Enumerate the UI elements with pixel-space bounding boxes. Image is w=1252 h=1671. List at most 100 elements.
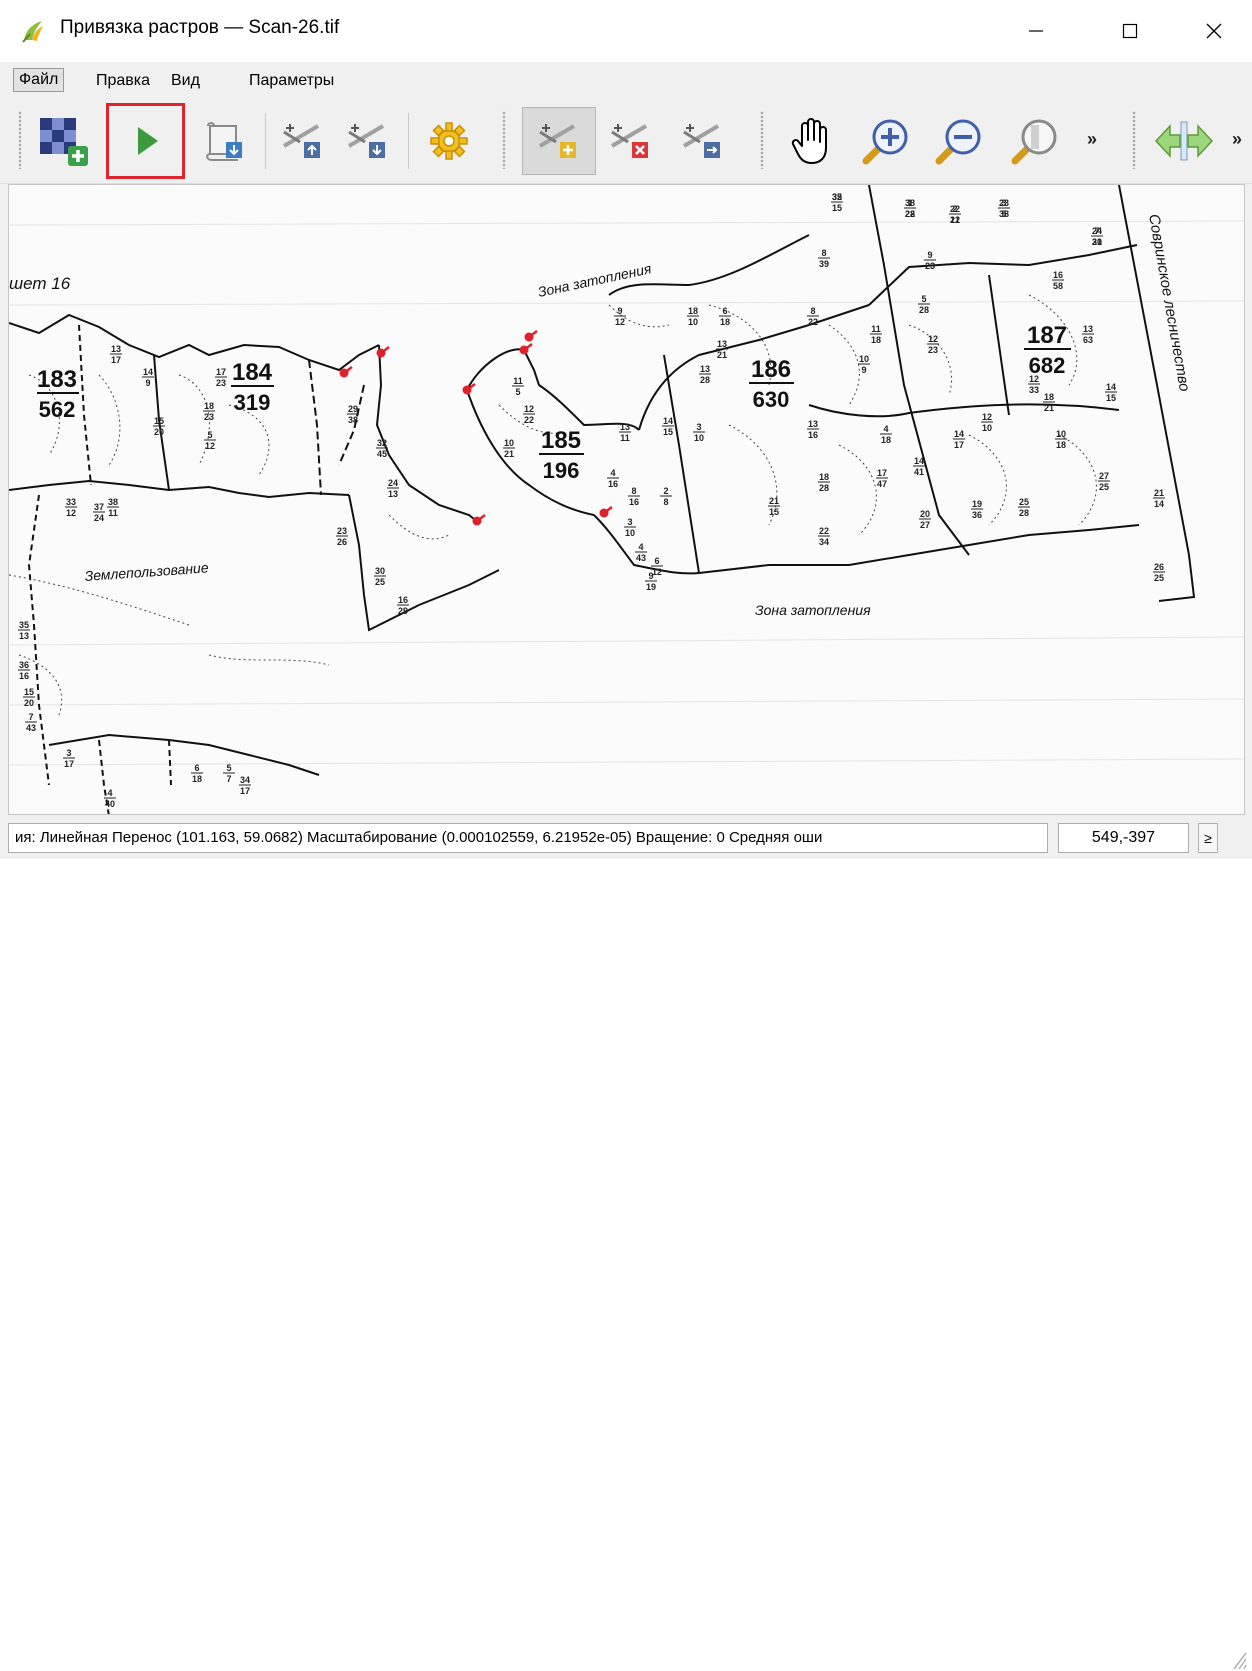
compartment-number: 29: [348, 404, 358, 414]
compartment-number: 24: [1092, 226, 1102, 236]
compartment-number: 26: [1154, 562, 1164, 572]
quarter-187: 187 682: [1024, 322, 1071, 378]
compartment-number: 32: [377, 438, 387, 448]
compartment-number: 12: [1029, 374, 1039, 384]
generate-gdal-script-button[interactable]: [194, 107, 256, 175]
compartment-area: 12: [205, 441, 215, 451]
pan-button[interactable]: [780, 107, 842, 175]
compartment-number: 35: [19, 620, 29, 630]
compartment-number: 33: [66, 497, 76, 507]
compartment-area: 34: [819, 537, 829, 547]
compartment-number: 8: [821, 248, 826, 258]
map-canvas[interactable]: 183 562 184 319 185 196 186 630 187 682 …: [8, 184, 1245, 815]
compartment-number: 3: [66, 748, 71, 758]
compartment-area: 23: [216, 378, 226, 388]
quarter-185-area: 196: [543, 458, 580, 483]
compartment-number: 27: [1099, 471, 1109, 481]
compartment-number: 14: [914, 456, 924, 466]
toolbar-overflow-button[interactable]: »: [1087, 129, 1097, 150]
compartment-area: 9: [145, 378, 150, 388]
gcp-point[interactable]: [472, 516, 482, 526]
open-raster-button[interactable]: [32, 107, 94, 175]
quarter-185-number: 185: [541, 427, 581, 454]
georeferencer-window: Привязка растров — Scan-26.tif Файл Прав…: [0, 0, 1252, 1670]
link-georeferencer-button[interactable]: [1146, 107, 1222, 175]
add-point-button[interactable]: [522, 107, 596, 175]
compartment-number: 3: [627, 517, 632, 527]
transformation-settings-button[interactable]: [418, 107, 480, 175]
flood-zone-label-bottom: Зона затопления: [755, 602, 871, 618]
toolbar-grip[interactable]: [18, 111, 22, 169]
compartment-area: 25: [375, 577, 385, 587]
compartment-area: 23: [925, 261, 935, 271]
resize-grip-icon[interactable]: [1230, 1639, 1248, 1671]
quarter-185: 185 196: [539, 427, 584, 483]
compartment-number: 12: [982, 412, 992, 422]
compartment-number: 16: [398, 595, 408, 605]
quarter-184-number: 184: [232, 359, 273, 386]
gcp-point[interactable]: [524, 332, 534, 342]
toolbar-grip[interactable]: [1132, 111, 1136, 169]
menu-view[interactable]: Вид: [166, 70, 205, 92]
gcp-point[interactable]: [339, 368, 349, 378]
compartment-area: 20: [24, 698, 34, 708]
zoom-in-button[interactable]: [855, 107, 917, 175]
window-title: Привязка растров — Scan-26.tif: [60, 17, 340, 38]
gcp-point[interactable]: [599, 508, 609, 518]
menu-params[interactable]: Параметры: [244, 70, 339, 92]
close-icon: [1206, 23, 1222, 39]
sheet-label: шет 16: [9, 274, 71, 293]
compartment-area: 28: [819, 483, 829, 493]
compartment-area: 22: [808, 317, 818, 327]
start-georeferencing-button[interactable]: [106, 103, 185, 179]
menu-edit[interactable]: Правка: [91, 70, 155, 92]
compartment-area: 47: [877, 479, 887, 489]
compartment-area: 19: [646, 582, 656, 592]
compartment-area: 12: [950, 215, 960, 225]
compartment-area: 58: [1053, 281, 1063, 291]
compartment-area: 27: [920, 520, 930, 530]
load-gcp-points-button[interactable]: [272, 107, 334, 175]
compartment-number: 14: [663, 416, 673, 426]
minimize-button[interactable]: [1006, 0, 1066, 62]
close-button[interactable]: [1184, 0, 1244, 62]
status-toggle-button[interactable]: ≥: [1198, 823, 1218, 853]
toolbar-overflow-button-2[interactable]: »: [1232, 129, 1242, 150]
toolbar-grip[interactable]: [502, 111, 506, 169]
save-gcp-points-button[interactable]: [337, 107, 399, 175]
compartment-area: 16: [608, 479, 618, 489]
compartment-number: 38: [108, 497, 118, 507]
move-gcp-point-button[interactable]: [672, 107, 734, 175]
compartment-number: 7: [28, 712, 33, 722]
toolbar-grip[interactable]: [760, 111, 764, 169]
zoom-out-icon: [935, 119, 981, 165]
open-raster-icon: [40, 118, 88, 166]
compartment-number: 3: [696, 422, 701, 432]
maximize-button[interactable]: [1100, 0, 1160, 62]
compartment-number: 23: [999, 198, 1009, 208]
compartment-area: 18: [871, 335, 881, 345]
compartment-number: 17: [216, 367, 226, 377]
compartment-number: 13: [1083, 324, 1093, 334]
compartment-number: 37: [94, 502, 104, 512]
compartment-number: 32: [832, 192, 842, 202]
compartment-area: 21: [504, 449, 514, 459]
quarter-184: 184 319: [231, 359, 274, 415]
zoom-out-button[interactable]: [928, 107, 990, 175]
quarter-186: 186 630: [749, 356, 794, 412]
compartment-area: 41: [914, 467, 924, 477]
compartment-number: 13: [700, 364, 710, 374]
delete-point-button[interactable]: [600, 107, 662, 175]
compartment-area: 14: [1154, 499, 1164, 509]
compartment-number: 18: [204, 401, 214, 411]
compartment-area: 17: [954, 440, 964, 450]
gcp-point[interactable]: [462, 385, 472, 395]
zoom-to-layer-button[interactable]: [1004, 107, 1066, 175]
gcp-point[interactable]: [376, 348, 386, 358]
menu-bar: Файл Правка Вид Параметры: [0, 62, 1252, 98]
compartment-area: 15: [769, 507, 779, 517]
menu-file[interactable]: Файл: [13, 68, 65, 92]
compartment-area: 12: [66, 508, 76, 518]
gcp-point[interactable]: [519, 345, 529, 355]
compartment-area: 9: [861, 365, 866, 375]
